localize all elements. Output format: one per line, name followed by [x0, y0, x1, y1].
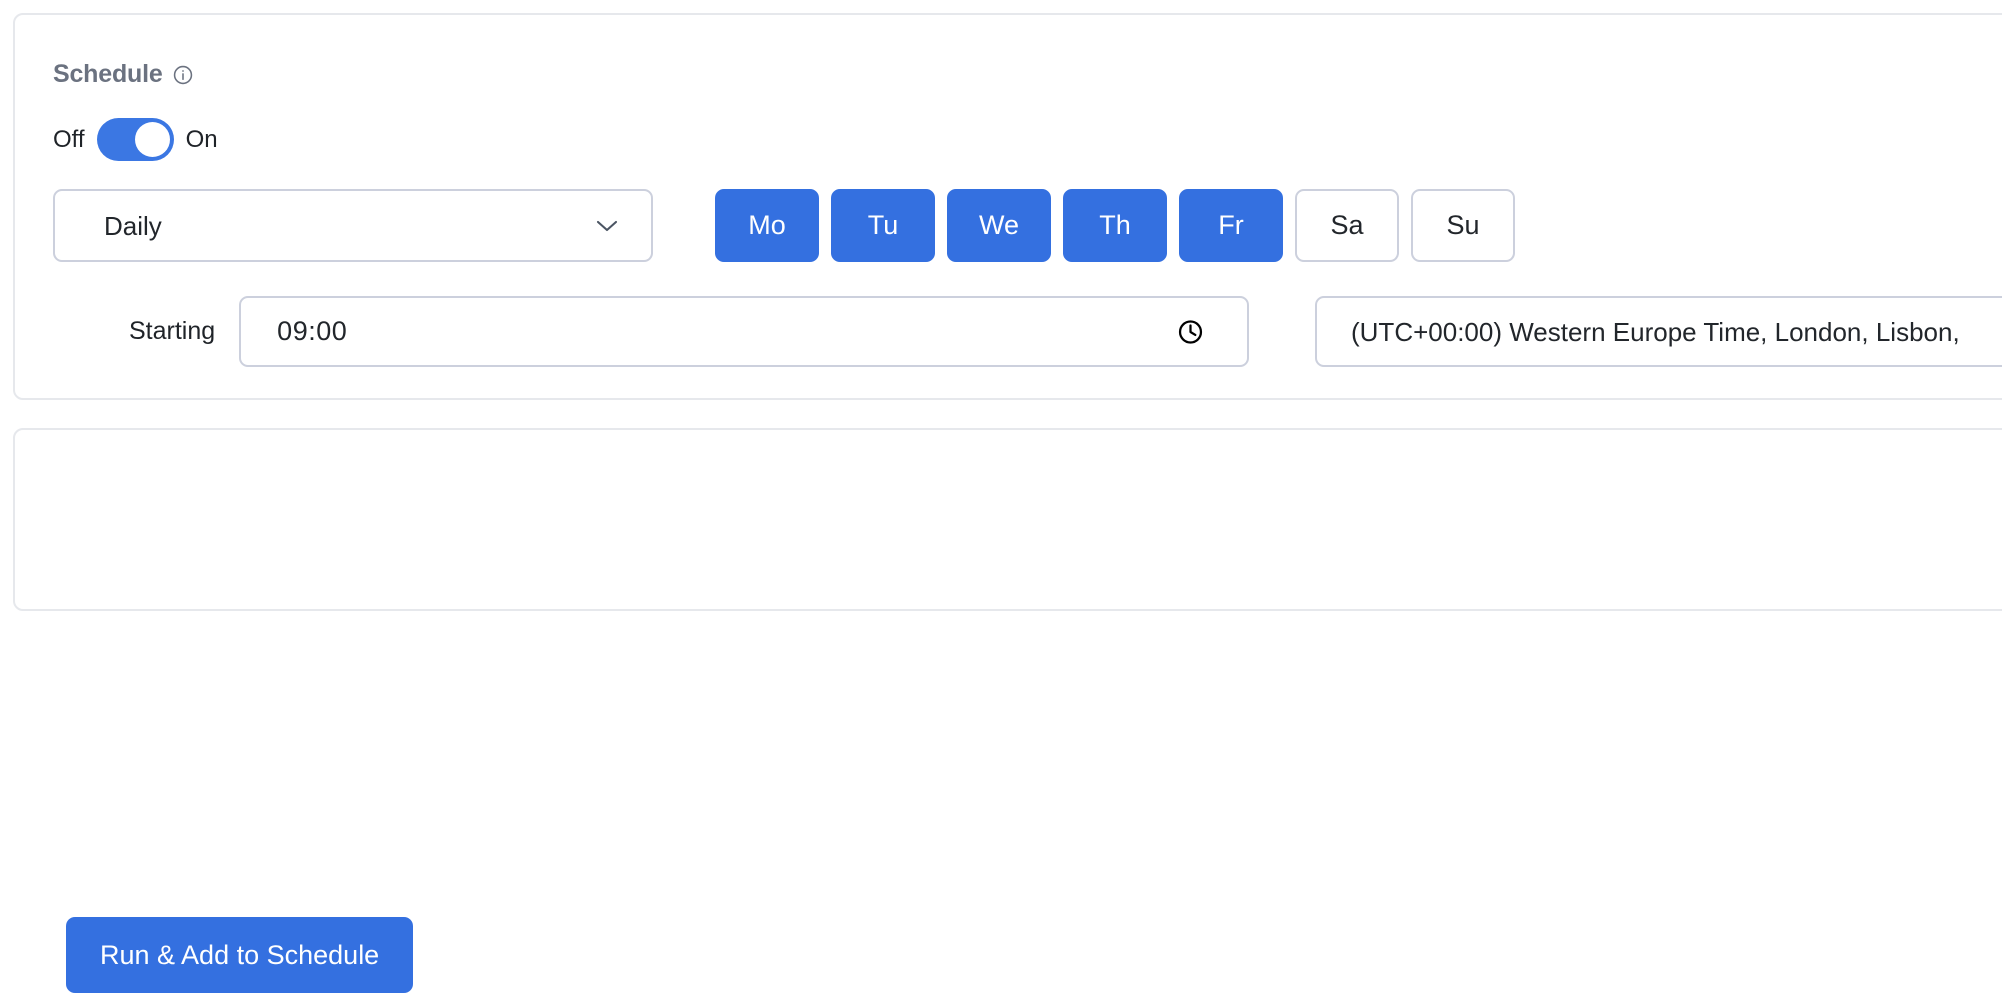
schedule-settings-page: Schedule Off On Daily Mo Tu We Th Fr Sa … — [0, 0, 2002, 993]
start-time-value: 09:00 — [277, 316, 348, 346]
day-button-mo[interactable]: Mo — [715, 189, 819, 262]
starting-time-row: Starting 09:00 — [129, 296, 1250, 367]
day-button-we[interactable]: We — [947, 189, 1051, 262]
timezone-value: (UTC+00:00) Western Europe Time, London,… — [1351, 316, 1960, 347]
day-button-su[interactable]: Su — [1411, 189, 1515, 262]
start-time-input[interactable]: 09:00 — [239, 296, 1250, 367]
day-label: Fr — [1218, 210, 1244, 240]
schedule-enabled-toggle[interactable] — [96, 118, 174, 161]
frequency-select[interactable]: Daily — [53, 189, 653, 262]
timezone-select[interactable]: (UTC+00:00) Western Europe Time, London,… — [1315, 296, 2002, 367]
schedule-card: Schedule Off On Daily Mo Tu We Th Fr Sa … — [13, 13, 2002, 400]
frequency-and-days-row: Daily Mo Tu We Th Fr Sa Su — [53, 189, 1515, 262]
run-and-add-to-schedule-button[interactable]: Run & Add to Schedule — [66, 917, 414, 993]
day-label: Tu — [867, 210, 899, 240]
day-button-sa[interactable]: Sa — [1295, 189, 1399, 262]
day-button-fr[interactable]: Fr — [1179, 189, 1283, 262]
day-label: Sa — [1330, 210, 1364, 240]
schedule-toggle-row: Off On — [53, 118, 218, 161]
day-button-th[interactable]: Th — [1063, 189, 1167, 262]
day-label: Mo — [748, 210, 786, 240]
page-title: Schedule — [53, 60, 163, 88]
frequency-selected-value: Daily — [104, 210, 162, 241]
actions-card: Run & Add to Schedule — [13, 428, 2002, 993]
day-label: We — [978, 210, 1019, 240]
day-button-tu[interactable]: Tu — [831, 189, 935, 262]
schedule-header: Schedule — [53, 62, 194, 87]
day-selector: Mo Tu We Th Fr Sa Su — [715, 189, 1515, 262]
day-label: Th — [1099, 210, 1131, 240]
toggle-on-label: On — [185, 125, 218, 153]
info-circle-icon[interactable] — [172, 64, 194, 86]
starting-label: Starting — [129, 317, 216, 345]
day-label: Su — [1446, 210, 1480, 240]
toggle-knob — [134, 122, 170, 157]
toggle-off-label: Off — [53, 125, 85, 153]
